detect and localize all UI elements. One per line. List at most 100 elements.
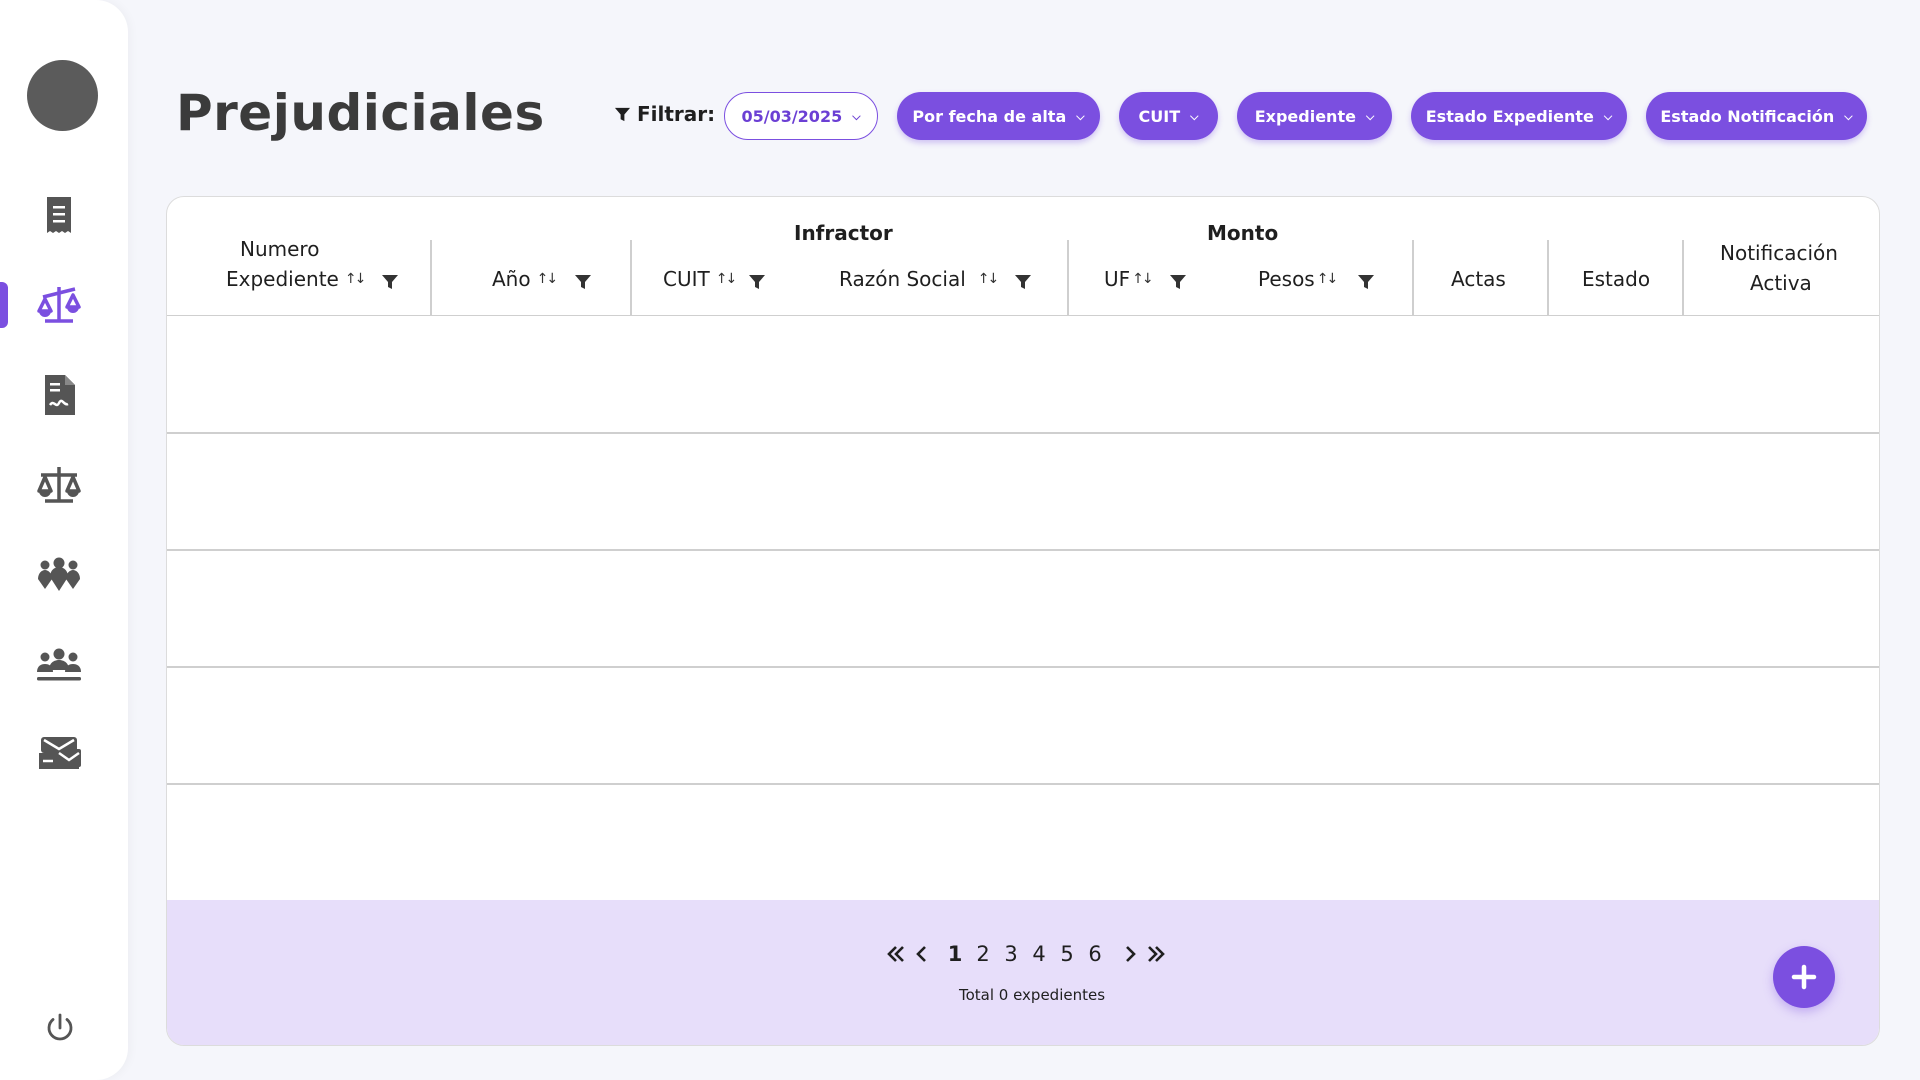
filter-label-text: CUIT — [1138, 106, 1181, 126]
column-header-label: Expediente — [226, 267, 339, 291]
sidebar — [0, 0, 128, 1080]
power-icon — [47, 1013, 73, 1041]
sidebar-item-messages[interactable] — [30, 726, 88, 784]
expedientes-table: Infractor Monto Numero Expediente ↑↓ Año ↑… — [166, 196, 1880, 1046]
filter-icon[interactable] — [1014, 273, 1032, 291]
table-row-divider — [167, 783, 1879, 785]
table-header: Infractor Monto Numero Expediente ↑↓ Año ↑… — [167, 197, 1879, 316]
column-header-notificacion-line1: Notificación — [1720, 241, 1838, 265]
sort-icon[interactable]: ↑↓ — [1317, 271, 1339, 287]
chevron-right-icon — [1126, 946, 1136, 962]
chevron-down-icon: ⌵ — [1365, 110, 1375, 123]
column-header-estado: Estado — [1582, 267, 1651, 291]
page-number[interactable]: 3 — [997, 942, 1025, 966]
column-divider — [1547, 240, 1549, 316]
filter-cuit[interactable]: CUIT ⌵ — [1119, 92, 1218, 140]
column-header-anio[interactable]: Año ↑↓ — [492, 267, 559, 291]
page-number[interactable]: 4 — [1025, 942, 1053, 966]
column-header-label: Pesos — [1258, 267, 1315, 291]
chevron-left-icon — [916, 946, 926, 962]
logout-button[interactable] — [42, 1010, 78, 1046]
page-title: Prejudiciales — [176, 84, 545, 142]
filter-estado-expediente[interactable]: Estado Expediente ⌵ — [1411, 92, 1627, 140]
filter-icon[interactable] — [574, 273, 592, 291]
column-header-numero-line1: Numero — [240, 237, 320, 261]
column-header-uf[interactable]: UF ↑↓ — [1104, 267, 1154, 291]
filter-expediente[interactable]: Expediente ⌵ — [1237, 92, 1392, 140]
sidebar-item-groups[interactable] — [30, 546, 88, 604]
chevron-down-icon: ⌵ — [1603, 110, 1613, 123]
filter-label-text: Expediente — [1254, 106, 1356, 126]
column-divider — [1067, 240, 1069, 316]
sort-icon[interactable]: ↑↓ — [345, 271, 367, 287]
column-divider — [1682, 240, 1684, 316]
last-page-button[interactable] — [1145, 943, 1167, 965]
scales-icon — [37, 287, 81, 323]
double-chevron-left-icon — [887, 946, 904, 962]
date-filter-value: 05/03/2025 — [741, 106, 843, 126]
column-divider — [1412, 240, 1414, 316]
column-header-cuit[interactable]: CUIT ↑↓ — [663, 267, 738, 291]
chevron-down-icon: ⌵ — [1190, 110, 1199, 123]
column-header-razon-social[interactable]: Razón Social ↑↓ — [839, 267, 1000, 291]
filter-label-text: Estado Expediente — [1425, 106, 1594, 126]
filter-icon[interactable] — [1169, 273, 1187, 291]
sort-icon[interactable]: ↑↓ — [537, 271, 559, 287]
column-header-label: UF — [1104, 267, 1131, 291]
next-page-button[interactable] — [1119, 943, 1141, 965]
avatar[interactable] — [27, 60, 98, 131]
funnel-icon — [614, 107, 631, 121]
column-header-pesos[interactable]: Pesos ↑↓ — [1258, 267, 1339, 291]
filter-icon[interactable] — [381, 273, 399, 291]
sidebar-item-prejudiciales[interactable] — [30, 276, 88, 334]
group-icon — [38, 557, 80, 591]
plus-icon — [1791, 964, 1817, 990]
column-header-label: Razón Social — [839, 267, 966, 291]
table-row-divider — [167, 549, 1879, 551]
active-nav-indicator — [0, 282, 8, 328]
add-expediente-button[interactable] — [1773, 946, 1835, 1008]
scales-icon — [37, 467, 81, 503]
filter-icon[interactable] — [1357, 273, 1375, 291]
column-divider — [630, 240, 632, 316]
page-number[interactable]: 6 — [1081, 942, 1109, 966]
table-footer: 1 2 3 4 5 6 Total 0 expedientes — [167, 900, 1879, 1045]
chevron-down-icon: ⌵ — [852, 110, 861, 123]
sidebar-item-judiciales[interactable] — [30, 456, 88, 514]
column-divider — [430, 240, 432, 316]
document-list-icon — [47, 197, 71, 233]
filter-icon[interactable] — [748, 273, 766, 291]
page-number[interactable]: 5 — [1053, 942, 1081, 966]
mail-inbox-icon — [39, 737, 81, 769]
page-number[interactable]: 2 — [969, 942, 997, 966]
total-count: Total 0 expedientes — [958, 986, 1106, 1004]
chevron-down-icon: ⌵ — [1844, 110, 1853, 123]
page-number[interactable]: 1 — [941, 942, 969, 966]
prev-page-button[interactable] — [911, 943, 933, 965]
sort-icon[interactable]: ↑↓ — [1132, 271, 1154, 287]
column-header-numero-expediente[interactable]: Expediente ↑↓ — [226, 267, 367, 291]
sidebar-item-users[interactable] — [30, 636, 88, 694]
sort-icon[interactable]: ↑↓ — [716, 271, 738, 287]
column-header-notificacion-activa: Activa — [1750, 271, 1812, 295]
users-icon — [37, 648, 81, 681]
double-chevron-right-icon — [1148, 946, 1165, 962]
sidebar-item-documents[interactable] — [30, 186, 88, 244]
filter-label-text: Filtrar: — [637, 102, 716, 126]
filter-estado-notificacion[interactable]: Estado Notificación ⌵ — [1646, 92, 1867, 140]
group-header-monto: Monto — [1207, 221, 1279, 245]
pagination: 1 2 3 4 5 6 — [885, 942, 1167, 966]
filter-por-fecha-alta[interactable]: Por fecha de alta ⌵ — [897, 92, 1100, 140]
column-header-label: CUIT — [663, 267, 710, 291]
table-row-divider — [167, 666, 1879, 668]
table-row-divider — [167, 432, 1879, 434]
chevron-down-icon: ⌵ — [1076, 110, 1085, 123]
first-page-button[interactable] — [885, 943, 907, 965]
sidebar-item-files[interactable] — [30, 366, 88, 424]
date-filter[interactable]: 05/03/2025 ⌵ — [724, 92, 878, 140]
filter-label: Filtrar: — [614, 102, 715, 126]
sort-icon[interactable]: ↑↓ — [978, 271, 1000, 287]
file-signature-icon — [45, 375, 75, 415]
column-header-label: Año — [492, 267, 531, 291]
column-header-actas: Actas — [1451, 267, 1506, 291]
